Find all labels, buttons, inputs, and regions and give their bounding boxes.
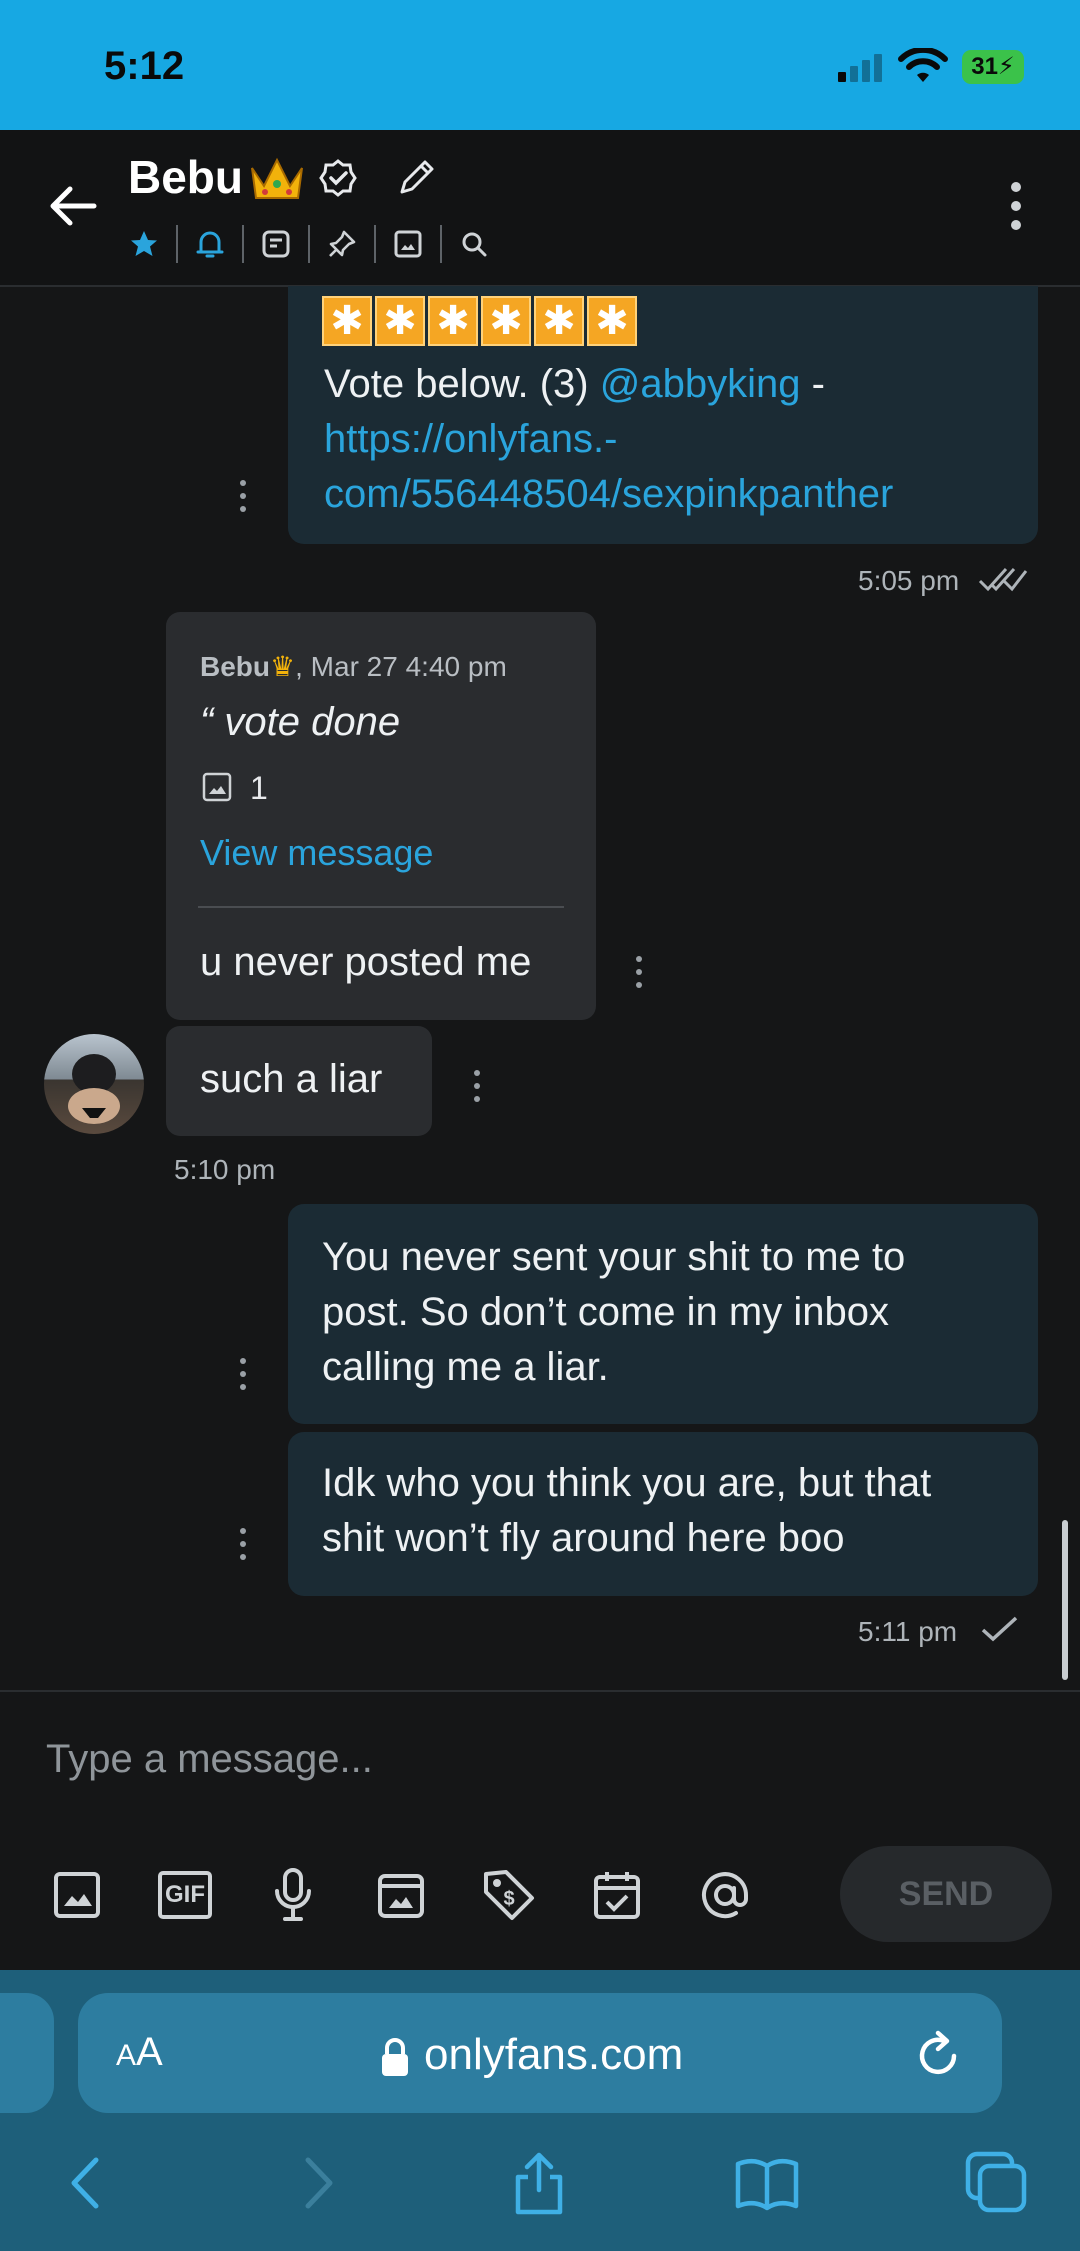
avatar[interactable]: [44, 1034, 144, 1134]
message-line: calling me a liar.: [322, 1345, 609, 1389]
aa-small: A: [116, 2039, 137, 2072]
vote-text: Vote below. (3): [324, 362, 600, 406]
url-link-line2[interactable]: com/556448504/sexpinkpanther: [324, 472, 893, 516]
mention-icon[interactable]: [694, 1864, 756, 1926]
schedule-calendar-icon[interactable]: [586, 1864, 648, 1926]
message-line: shit won’t fly around here boo: [322, 1516, 845, 1560]
message-time: 5:11 pm: [858, 1616, 958, 1647]
microphone-icon[interactable]: [262, 1864, 324, 1926]
battery-indicator: 31⚡: [962, 50, 1024, 84]
back-arrow-icon[interactable]: [44, 176, 104, 236]
verified-icon: [319, 159, 357, 197]
crown-icon: [251, 157, 303, 199]
message-options-icon[interactable]: [236, 480, 250, 520]
send-button[interactable]: SEND: [840, 1846, 1052, 1942]
message-options-icon[interactable]: [236, 1528, 250, 1568]
aa-big: A: [136, 2030, 163, 2074]
image-count-icon: [202, 772, 232, 802]
previous-tab-pill[interactable]: [0, 1993, 54, 2113]
message-input[interactable]: [44, 1728, 948, 1790]
favorite-star-icon[interactable]: [124, 224, 164, 264]
check-icon: [981, 1616, 1018, 1642]
status-time: 5:12: [104, 44, 185, 88]
message-text: Vote below. (3) @abbyking - https://only…: [324, 357, 1024, 522]
quote-sender: Bebu♛, Mar 27 4:40 pm: [200, 650, 507, 683]
image-count: 1: [250, 770, 268, 806]
dash-text: -: [800, 362, 825, 406]
edit-pencil-icon[interactable]: [396, 156, 438, 198]
view-message-link[interactable]: View message: [200, 832, 433, 874]
message-text: such a liar: [200, 1057, 383, 1101]
compose-toolbar: GIF $: [46, 1860, 802, 1930]
notes-icon[interactable]: [256, 224, 296, 264]
pin-icon[interactable]: [322, 224, 362, 264]
chat-scrollbar[interactable]: [1062, 1520, 1068, 1680]
reload-icon[interactable]: [914, 2028, 964, 2082]
crown-small-icon: ♛: [270, 651, 296, 682]
quote-divider: [198, 906, 564, 908]
browser-forward-icon[interactable]: [284, 2150, 350, 2216]
quote-sender-name: Bebu: [200, 651, 270, 682]
notification-bell-icon[interactable]: [190, 224, 230, 264]
reader-options-button[interactable]: AA: [116, 2030, 163, 2075]
url-link-line1[interactable]: https://onlyfans.-: [324, 417, 617, 461]
quote-text: “ vote done: [200, 700, 401, 744]
battery-level: 31: [971, 53, 998, 80]
message-options-icon[interactable]: [236, 1358, 250, 1398]
svg-text:$: $: [503, 1888, 514, 1910]
signal-icon: [838, 52, 884, 82]
mention-link[interactable]: @abbyking: [600, 362, 801, 406]
search-icon[interactable]: [454, 224, 494, 264]
add-image-icon[interactable]: [46, 1864, 108, 1926]
message-options-icon[interactable]: [632, 956, 646, 996]
vault-media-icon[interactable]: [370, 1864, 432, 1926]
browser-back-icon[interactable]: [54, 2150, 120, 2216]
star-emoji-row: ✱ ✱ ✱ ✱ ✱ ✱: [322, 296, 640, 348]
chat-actions-bar: [124, 220, 494, 268]
chat-title[interactable]: Bebu: [128, 150, 243, 204]
message-text: Idk who you think you are, but that shit…: [322, 1456, 1022, 1566]
bookmarks-icon[interactable]: [734, 2150, 800, 2216]
gif-label: GIF: [158, 1871, 212, 1919]
quote-date: , Mar 27 4:40 pm: [295, 651, 507, 682]
more-options-icon[interactable]: [1002, 182, 1030, 238]
message-text: u never posted me: [200, 940, 532, 984]
message-time: 5:10 pm: [174, 1154, 276, 1185]
message-time: 5:05 pm: [858, 565, 960, 596]
message-line: Idk who you think you are, but that: [322, 1461, 932, 1505]
message-line: post. So don’t come in my inbox: [322, 1290, 889, 1334]
url-text[interactable]: onlyfans.com: [424, 2030, 683, 2080]
message-text: You never sent your shit to me to post. …: [322, 1230, 1022, 1395]
media-gallery-icon[interactable]: [388, 224, 428, 264]
price-tag-icon[interactable]: $: [478, 1864, 540, 1926]
lock-icon: [382, 2038, 408, 2076]
message-line: You never sent your shit to me to: [322, 1235, 906, 1279]
avatar-figure: [68, 1054, 120, 1124]
message-options-icon[interactable]: [470, 1070, 484, 1110]
share-icon[interactable]: [506, 2150, 572, 2216]
double-check-icon: [978, 567, 1028, 592]
gif-icon[interactable]: GIF: [154, 1864, 216, 1926]
wifi-icon: [898, 48, 948, 82]
tabs-icon[interactable]: [964, 2150, 1030, 2216]
